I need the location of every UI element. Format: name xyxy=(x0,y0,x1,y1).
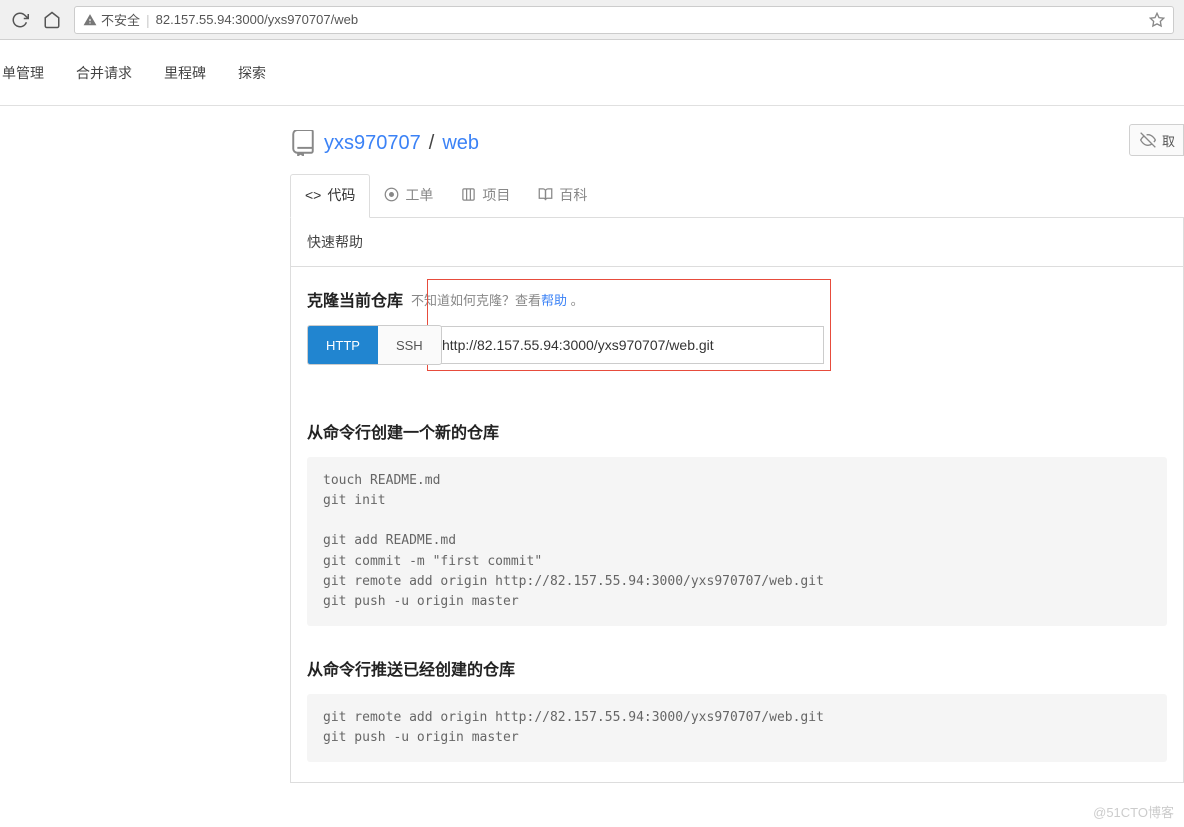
wiki-icon xyxy=(538,187,553,202)
push-repo-heading: 从命令行推送已经创建的仓库 xyxy=(307,656,1167,680)
clone-tab-ssh[interactable]: SSH xyxy=(378,326,441,364)
tab-projects[interactable]: 项目 xyxy=(447,174,524,217)
projects-icon xyxy=(461,187,476,202)
clone-tab-http[interactable]: HTTP xyxy=(308,326,378,364)
repo-name-link[interactable]: web xyxy=(442,132,479,155)
clone-heading: 克隆当前仓库 xyxy=(307,287,403,311)
eye-off-icon xyxy=(1140,132,1156,148)
tab-projects-label: 项目 xyxy=(482,185,510,205)
address-bar[interactable]: 不安全 | 82.157.55.94:3000/yxs970707/web xyxy=(74,6,1174,34)
tab-issues-label: 工单 xyxy=(405,185,433,205)
repo-separator: / xyxy=(429,132,435,155)
nav-item-merge-requests[interactable]: 合并请求 xyxy=(74,63,134,83)
code-icon: <> xyxy=(305,187,321,203)
repo-tabs: <> 代码 工单 项目 百科 xyxy=(290,174,1184,218)
clone-protocol-tabs: HTTP SSH xyxy=(307,325,442,365)
quick-help-title: 快速帮助 xyxy=(291,218,1183,267)
quick-help-panel: 快速帮助 克隆当前仓库 不知道如何克隆？查看帮助 。 HTTP SSH 从命令行… xyxy=(290,218,1184,783)
tab-code[interactable]: <> 代码 xyxy=(290,174,370,218)
push-repo-code[interactable]: git remote add origin http://82.157.55.9… xyxy=(307,694,1167,762)
tab-wiki[interactable]: 百科 xyxy=(524,174,601,217)
clone-url-input[interactable] xyxy=(428,326,824,364)
clone-row: HTTP SSH xyxy=(307,325,1167,389)
tab-code-label: 代码 xyxy=(327,185,355,205)
create-repo-heading: 从命令行创建一个新的仓库 xyxy=(307,419,1167,443)
repo-header: yxs970707 / web xyxy=(290,130,1184,156)
unwatch-label: 取 xyxy=(1162,131,1175,150)
security-warning: 不安全 xyxy=(83,10,140,29)
security-label: 不安全 xyxy=(101,10,140,29)
nav-item-milestones[interactable]: 里程碑 xyxy=(162,63,208,83)
clone-url-highlight-box xyxy=(427,279,831,371)
create-repo-code[interactable]: touch README.md git init git add README.… xyxy=(307,457,1167,626)
nav-item-issue-mgmt[interactable]: 单管理 xyxy=(0,63,46,83)
url-separator: | xyxy=(146,12,150,28)
issues-icon xyxy=(384,187,399,202)
url-text: 82.157.55.94:3000/yxs970707/web xyxy=(156,12,358,27)
reload-button[interactable] xyxy=(10,10,30,30)
watermark: @51CTO博客 xyxy=(1093,802,1174,821)
unwatch-button[interactable]: 取 xyxy=(1129,124,1184,156)
favorite-icon[interactable] xyxy=(1149,12,1165,28)
nav-item-explore[interactable]: 探索 xyxy=(236,63,268,83)
tab-wiki-label: 百科 xyxy=(559,185,587,205)
repo-icon xyxy=(290,130,316,156)
global-nav: 单管理 合并请求 里程碑 探索 xyxy=(0,40,1184,106)
browser-toolbar: 不安全 | 82.157.55.94:3000/yxs970707/web xyxy=(0,0,1184,40)
repo-owner-link[interactable]: yxs970707 xyxy=(324,132,421,155)
tab-issues[interactable]: 工单 xyxy=(370,174,447,217)
home-button[interactable] xyxy=(42,10,62,30)
